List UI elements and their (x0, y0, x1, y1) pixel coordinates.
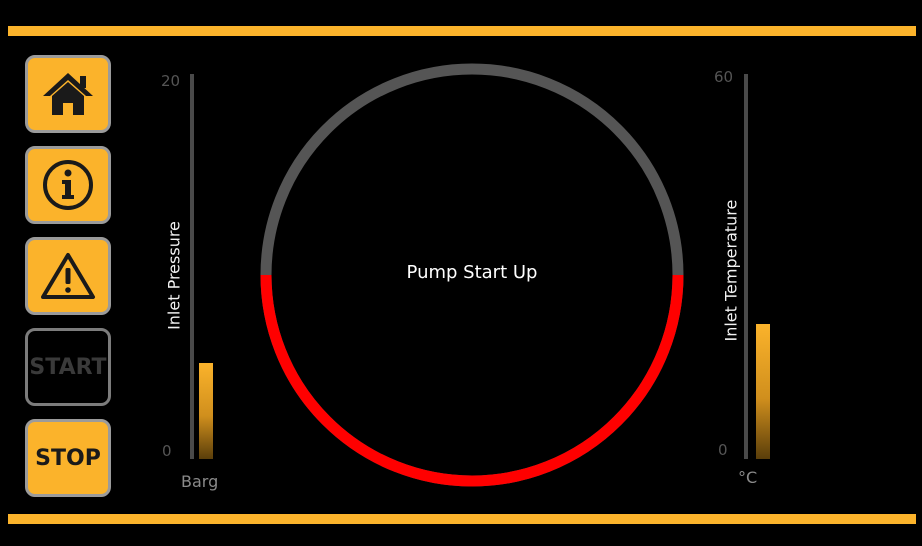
ring-progress-arc (260, 274, 684, 487)
pump-status-text: Pump Start Up (406, 262, 538, 283)
